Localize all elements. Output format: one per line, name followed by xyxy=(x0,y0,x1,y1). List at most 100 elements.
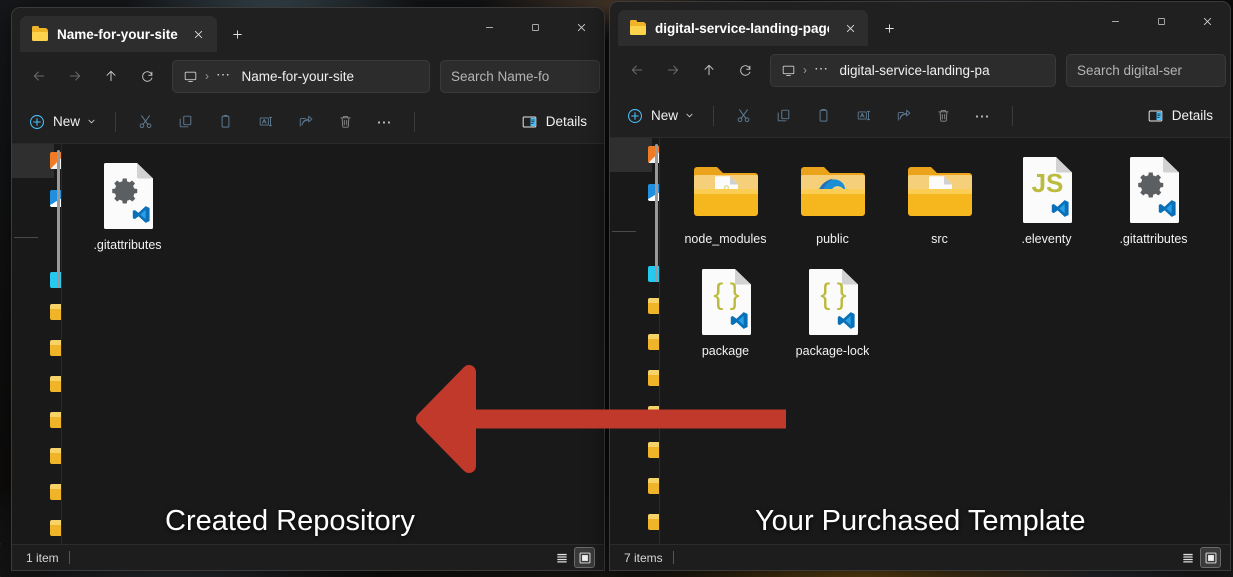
desktop-folder-icon[interactable] xyxy=(648,298,659,314)
list-item[interactable]: public xyxy=(779,152,886,264)
paste-button[interactable] xyxy=(206,107,244,137)
list-item[interactable]: { } package xyxy=(672,264,779,376)
gear-file-vscode-icon xyxy=(92,160,164,232)
new-button[interactable]: New xyxy=(22,107,105,137)
refresh-button[interactable] xyxy=(130,60,164,92)
more-options-button[interactable]: ⋯ xyxy=(964,101,1002,131)
pictures-folder-icon[interactable] xyxy=(648,406,659,422)
file-list-area[interactable]: .gitattributes xyxy=(62,144,604,544)
forward-button[interactable] xyxy=(58,60,92,92)
up-button[interactable] xyxy=(692,54,726,86)
folder-icon xyxy=(630,20,646,35)
home-icon[interactable] xyxy=(648,146,659,163)
copy-button[interactable] xyxy=(764,101,802,131)
this-pc-icon[interactable] xyxy=(781,63,796,78)
tab-left[interactable]: Name-for-your-site xyxy=(20,16,217,52)
home-icon[interactable] xyxy=(50,152,61,169)
list-item[interactable]: {} node_modules xyxy=(672,152,779,264)
share-button[interactable] xyxy=(884,101,922,131)
list-item[interactable]: src xyxy=(886,152,993,264)
onedrive-icon[interactable] xyxy=(648,184,659,201)
list-item[interactable]: .gitattributes xyxy=(74,158,181,270)
list-item[interactable]: JS .eleventy xyxy=(993,152,1100,264)
toolbar-separator xyxy=(115,111,117,132)
close-button[interactable] xyxy=(1184,2,1230,40)
this-pc-icon[interactable] xyxy=(183,69,198,84)
ellipsis-icon[interactable]: ⋯ xyxy=(216,67,232,85)
details-button[interactable]: Details xyxy=(512,107,596,137)
close-icon[interactable] xyxy=(838,16,862,40)
documents-folder-icon[interactable] xyxy=(50,376,61,392)
file-explorer-window-right[interactable]: digital-service-landing-page › ⋯ digital-se… xyxy=(610,2,1230,570)
pictures-folder-icon[interactable] xyxy=(50,412,61,428)
documents-folder-icon[interactable] xyxy=(648,370,659,386)
folder-icon xyxy=(32,26,48,41)
music-folder-icon[interactable] xyxy=(648,442,659,458)
music-folder-icon[interactable] xyxy=(50,448,61,464)
onedrive-icon[interactable] xyxy=(50,190,61,207)
address-bar[interactable]: › ⋯ Name-for-your-site xyxy=(172,59,430,93)
delete-button[interactable] xyxy=(924,101,962,131)
copy-button[interactable] xyxy=(166,107,204,137)
minimize-button[interactable] xyxy=(466,8,512,46)
title-bar: Name-for-your-site xyxy=(12,8,604,52)
back-button[interactable] xyxy=(620,54,654,86)
plus-icon[interactable] xyxy=(223,19,253,49)
share-button[interactable] xyxy=(286,107,324,137)
chevron-down-icon[interactable] xyxy=(685,111,694,120)
search-input[interactable]: Search digital-ser xyxy=(1066,53,1226,87)
list-item[interactable]: .gitattributes xyxy=(1100,152,1207,264)
rename-button[interactable] xyxy=(844,101,882,131)
minimize-button[interactable] xyxy=(1092,2,1138,40)
nav-scrollbar[interactable] xyxy=(655,144,658,282)
videos-folder-icon[interactable] xyxy=(648,478,659,494)
large-icons-view-icon[interactable] xyxy=(574,547,595,568)
forward-button[interactable] xyxy=(656,54,690,86)
downloads-folder-icon[interactable] xyxy=(50,340,61,356)
window-body: {} node_modules public src JS .eleventy .gitat… xyxy=(610,138,1230,544)
tab-right[interactable]: digital-service-landing-page xyxy=(618,10,868,46)
more-options-button[interactable]: ⋯ xyxy=(366,107,404,137)
nav-selected-highlight xyxy=(610,138,652,172)
back-button[interactable] xyxy=(22,60,56,92)
drive-folder-icon[interactable] xyxy=(50,520,61,536)
maximize-button[interactable] xyxy=(1138,2,1184,40)
list-item[interactable]: { } package-lock xyxy=(779,264,886,376)
list-item-label: public xyxy=(816,232,849,246)
paste-button[interactable] xyxy=(804,101,842,131)
drive-folder-icon[interactable] xyxy=(648,514,659,530)
file-list-area[interactable]: {} node_modules public src JS .eleventy .gitat… xyxy=(660,138,1230,544)
gallery-icon[interactable] xyxy=(648,266,659,282)
large-icons-view-icon[interactable] xyxy=(1200,547,1221,568)
new-button-label: New xyxy=(53,114,81,129)
close-icon[interactable] xyxy=(187,22,211,46)
file-grid: {} node_modules public src JS .eleventy .gitat… xyxy=(660,152,1230,376)
refresh-button[interactable] xyxy=(728,54,762,86)
downloads-folder-icon[interactable] xyxy=(648,334,659,350)
cut-button[interactable] xyxy=(126,107,164,137)
close-button[interactable] xyxy=(558,8,604,46)
address-bar[interactable]: › ⋯ digital-service-landing-pa xyxy=(770,53,1056,87)
details-button[interactable]: Details xyxy=(1138,101,1222,131)
maximize-button[interactable] xyxy=(512,8,558,46)
status-separator xyxy=(672,551,674,564)
chevron-down-icon[interactable] xyxy=(87,117,96,126)
videos-folder-icon[interactable] xyxy=(50,484,61,500)
plus-icon[interactable] xyxy=(874,13,904,43)
navigation-pane[interactable] xyxy=(12,144,62,544)
gallery-icon[interactable] xyxy=(50,272,61,288)
delete-button[interactable] xyxy=(326,107,364,137)
cut-button[interactable] xyxy=(724,101,762,131)
desktop-folder-icon[interactable] xyxy=(50,304,61,320)
ellipsis-icon[interactable]: ⋯ xyxy=(814,61,830,79)
new-button[interactable]: New xyxy=(620,101,703,131)
navigation-pane[interactable] xyxy=(610,138,660,544)
rename-button[interactable] xyxy=(246,107,284,137)
list-view-icon[interactable] xyxy=(552,548,571,567)
file-explorer-window-left[interactable]: Name-for-your-site › ⋯ Name-for-your-site Se… xyxy=(12,8,604,570)
search-input[interactable]: Search Name-fo xyxy=(440,59,600,93)
list-view-icon[interactable] xyxy=(1178,548,1197,567)
up-button[interactable] xyxy=(94,60,128,92)
nav-scrollbar[interactable] xyxy=(57,150,60,288)
details-pane-icon xyxy=(1147,108,1164,124)
